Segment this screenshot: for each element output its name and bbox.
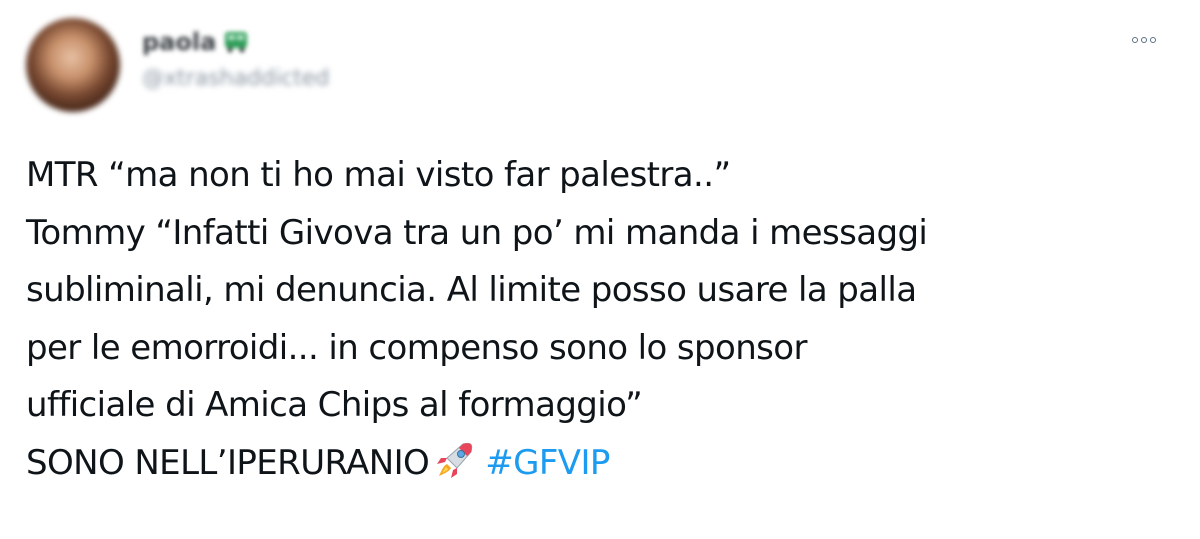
handle[interactable]: @xtrashaddicted <box>142 66 329 91</box>
bus-icon <box>225 32 248 53</box>
more-dot-icon <box>1141 37 1147 43</box>
display-name-row: paola <box>142 24 329 60</box>
tweet-line-1: MTR “ma non ti ho mai visto far palestra… <box>26 155 731 195</box>
avatar[interactable] <box>26 18 120 112</box>
more-dot-icon <box>1150 37 1156 43</box>
tweet-line-6-text: SONO NELL’IPERURANIO <box>26 442 430 483</box>
hashtag-link[interactable]: #GFVIP <box>485 443 610 483</box>
user-info: paola @xtrashaddicted <box>142 24 329 91</box>
more-dot-icon <box>1132 37 1138 43</box>
tweet-line-5: ufficiale di Amica Chips al formaggio” <box>26 385 643 425</box>
tweet-line-2: Tommy “Infatti Givova tra un po’ mi mand… <box>26 212 928 253</box>
tweet-line-6: SONO NELL’IPERURANIO #GFVIP <box>26 435 1176 493</box>
tweet-text: MTR “ma non ti ho mai visto far palestra… <box>26 147 1176 492</box>
display-name[interactable]: paola <box>142 28 216 56</box>
tweet-line-4: per le emorroidi... in compenso sono lo … <box>26 327 807 368</box>
rocket-icon <box>437 442 473 478</box>
more-options-button[interactable] <box>1124 28 1164 52</box>
tweet-line-3: subliminali, mi denuncia. Al limite poss… <box>26 270 917 310</box>
tweet-card: paola @xtrashaddicted MTR “ma non ti ho … <box>0 0 1200 539</box>
